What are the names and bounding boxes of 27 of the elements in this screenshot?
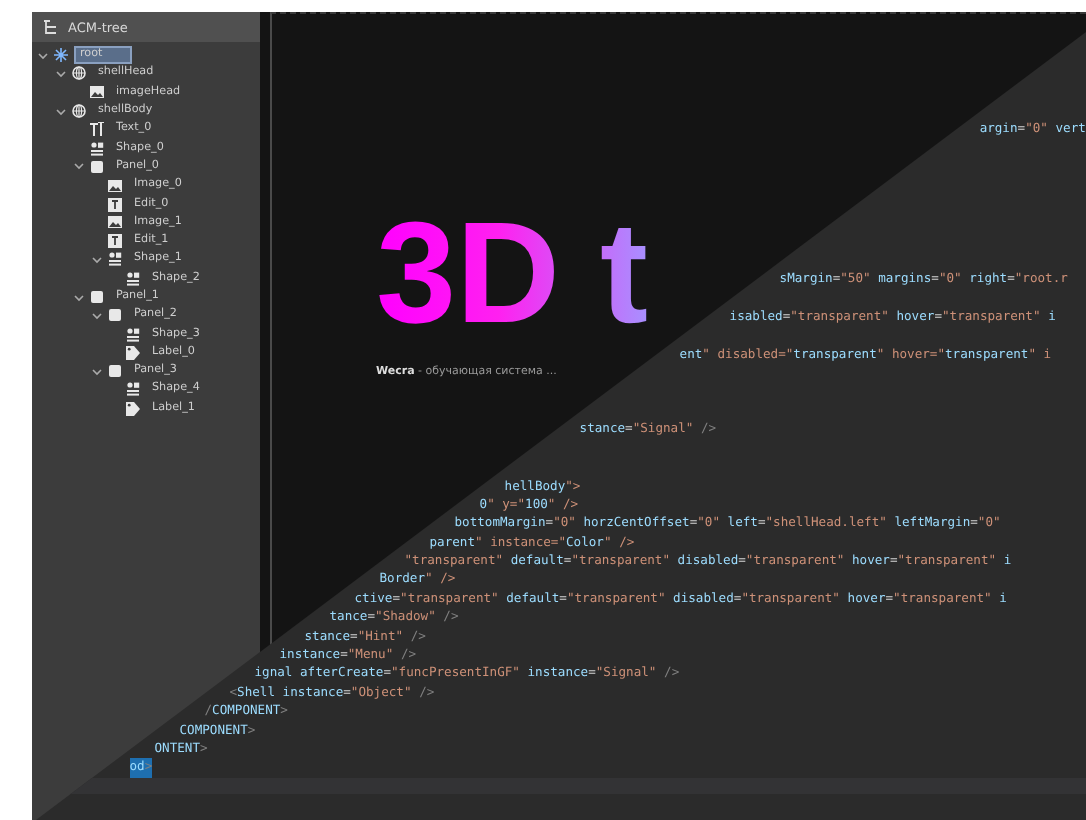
text-icon bbox=[90, 122, 104, 137]
image-icon bbox=[90, 86, 104, 99]
shapes-icon bbox=[126, 382, 140, 397]
chevron-icon[interactable] bbox=[92, 311, 102, 320]
image-icon bbox=[108, 179, 122, 192]
edit-field-icon bbox=[108, 234, 122, 249]
tag-icon bbox=[126, 345, 140, 360]
image-icon bbox=[108, 216, 122, 229]
tag-icon bbox=[126, 401, 140, 416]
tree-icon bbox=[44, 20, 58, 34]
shapes-icon bbox=[108, 252, 122, 267]
shapes-icon bbox=[90, 141, 104, 156]
chevron-icon[interactable] bbox=[74, 293, 84, 301]
chevron-icon[interactable] bbox=[92, 255, 102, 264]
tree-root-icon bbox=[54, 48, 68, 63]
shapes-icon bbox=[126, 271, 140, 286]
globe-icon bbox=[72, 104, 86, 119]
chevron-icon[interactable] bbox=[74, 162, 84, 171]
chevron-icon[interactable] bbox=[56, 69, 66, 78]
shapes-icon bbox=[126, 327, 140, 342]
edit-field-icon bbox=[108, 197, 122, 212]
chevron-icon[interactable] bbox=[56, 107, 66, 116]
chevron-icon[interactable] bbox=[92, 367, 102, 376]
panel-icon bbox=[108, 364, 122, 379]
panel-icon bbox=[90, 159, 104, 174]
chevron-icon[interactable] bbox=[38, 51, 48, 60]
globe-icon bbox=[72, 66, 86, 81]
